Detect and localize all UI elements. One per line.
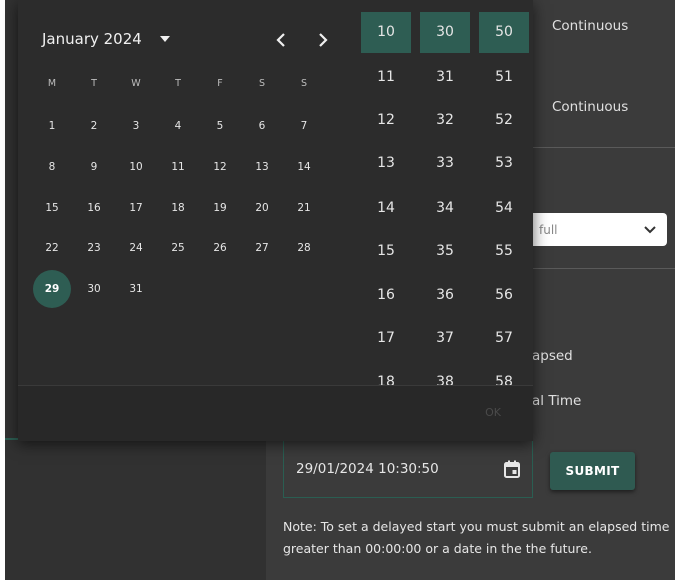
month-year-label[interactable]: January 2024 [42, 30, 142, 48]
mode-select-value: full [539, 222, 558, 237]
calendar-day[interactable]: 11 [159, 148, 197, 186]
weekday-header: T [175, 78, 181, 89]
chevron-left-icon[interactable] [273, 30, 289, 50]
weekday-header: M [47, 78, 57, 89]
hour-option[interactable]: 17 [361, 318, 411, 359]
minute-option[interactable]: 36 [420, 275, 470, 316]
calendar-day[interactable]: 8 [33, 148, 71, 186]
second-option[interactable]: 54 [479, 188, 529, 229]
minute-option[interactable]: 34 [420, 188, 470, 229]
weekday-header: W [131, 78, 141, 89]
calendar-day[interactable]: 27 [243, 229, 281, 267]
second-option[interactable]: 56 [479, 275, 529, 316]
calendar-day[interactable]: 15 [33, 189, 71, 227]
hour-option[interactable]: 16 [361, 275, 411, 316]
selected-day[interactable]: 29 [33, 270, 71, 308]
calendar-day[interactable]: 7 [285, 107, 323, 145]
ok-button[interactable]: OK [485, 406, 501, 419]
datetime-value: 29/01/2024 10:30:50 [296, 460, 439, 477]
calendar-day[interactable]: 28 [285, 229, 323, 267]
calendar-day[interactable]: 5 [201, 107, 239, 145]
minute-option[interactable]: 35 [420, 231, 470, 272]
calendar-day[interactable]: 10 [117, 148, 155, 186]
calendar-icon[interactable] [504, 460, 520, 478]
minute-option[interactable]: 37 [420, 318, 470, 359]
second-option[interactable]: 52 [479, 100, 529, 141]
minute-option[interactable]: 32 [420, 100, 470, 141]
continuous-label-1: Continuous [552, 18, 629, 34]
hour-option[interactable]: 13 [361, 143, 411, 184]
calendar-day[interactable]: 22 [33, 229, 71, 267]
calendar-day[interactable]: 23 [75, 229, 113, 267]
calendar-day[interactable]: 21 [285, 189, 323, 227]
calendar-day[interactable]: 24 [117, 229, 155, 267]
calendar-day[interactable]: 1 [33, 107, 71, 145]
calendar-day[interactable]: 18 [159, 189, 197, 227]
datetime-picker-popup: January 2024 MTWTFSS 1 2 3 4 5 6 7 8 9 10 11 12 13 14… [18, 0, 533, 441]
calendar-day[interactable]: 17 [117, 189, 155, 227]
submit-button[interactable]: SUBMIT [550, 452, 635, 490]
calendar-day[interactable]: 12 [201, 148, 239, 186]
calendar-day[interactable]: 3 [117, 107, 155, 145]
hour-option[interactable]: 12 [361, 100, 411, 141]
calendar-day[interactable]: 26 [201, 229, 239, 267]
second-selected[interactable]: 50 [479, 12, 529, 53]
calendar-day[interactable]: 4 [159, 107, 197, 145]
mode-select[interactable]: full [527, 213, 667, 246]
calendar-day[interactable]: 31 [117, 270, 155, 308]
calendar-day[interactable]: 30 [75, 270, 113, 308]
weekday-header: F [217, 78, 223, 89]
continuous-label-2: Continuous [552, 99, 629, 115]
hour-option[interactable]: 11 [361, 57, 411, 98]
minute-option[interactable]: 33 [420, 143, 470, 184]
weekday-header: S [300, 78, 308, 89]
minute-option[interactable]: 31 [420, 57, 470, 98]
chevron-right-icon[interactable] [315, 30, 331, 50]
weekday-header: T [91, 78, 97, 89]
second-option[interactable]: 51 [479, 57, 529, 98]
calendar-day[interactable]: 2 [75, 107, 113, 145]
hour-option[interactable]: 14 [361, 188, 411, 229]
calendar-day[interactable]: 16 [75, 189, 113, 227]
hours-column[interactable]: 10 11 12 13 14 15 16 17 18 [361, 12, 411, 390]
seconds-column[interactable]: 50 51 52 53 54 55 56 57 58 [479, 12, 529, 390]
calendar-day[interactable]: 19 [201, 189, 239, 227]
hour-option[interactable]: 15 [361, 231, 411, 272]
minute-selected[interactable]: 30 [420, 12, 470, 53]
calendar-day[interactable]: 13 [243, 148, 281, 186]
picker-footer: OK [18, 385, 533, 441]
caret-down-icon[interactable] [159, 36, 170, 42]
realtime-radio-label[interactable]: al Time [532, 393, 581, 409]
calendar-day[interactable]: 20 [243, 189, 281, 227]
weekday-header: S [258, 78, 266, 89]
calendar-day[interactable]: 9 [75, 148, 113, 186]
elapsed-radio-label[interactable]: apsed [532, 348, 573, 364]
calendar-header: January 2024 [42, 30, 170, 48]
hour-selected[interactable]: 10 [361, 12, 411, 53]
calendar-day[interactable]: 6 [243, 107, 281, 145]
second-option[interactable]: 53 [479, 143, 529, 184]
second-option[interactable]: 57 [479, 318, 529, 359]
minutes-column[interactable]: 30 31 32 33 34 35 36 37 38 [420, 12, 470, 390]
chevron-down-icon [644, 225, 656, 233]
calendar-day[interactable]: 14 [285, 148, 323, 186]
datetime-input[interactable]: 29/01/2024 10:30:50 [283, 440, 533, 498]
second-option[interactable]: 55 [479, 231, 529, 272]
delayed-start-note: Note: To set a delayed start you must su… [283, 519, 670, 556]
calendar-day[interactable]: 25 [159, 229, 197, 267]
